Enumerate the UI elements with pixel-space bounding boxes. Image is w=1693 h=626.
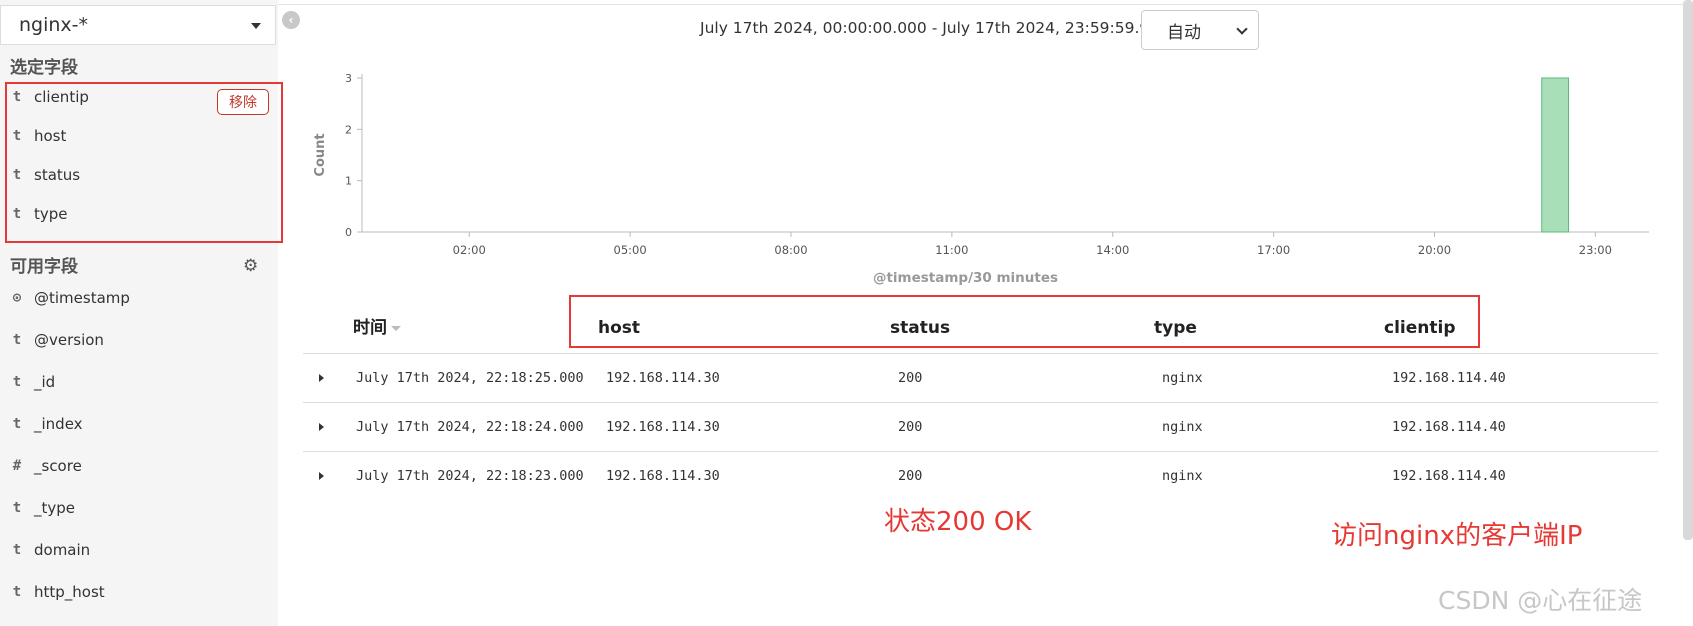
collapse-sidebar-icon[interactable]: ‹ bbox=[282, 11, 300, 29]
field-name: _id bbox=[34, 373, 56, 391]
x-tick-label: 02:00 bbox=[453, 243, 486, 257]
columns-highlight bbox=[569, 295, 1480, 348]
field-name: http_host bbox=[34, 583, 105, 601]
histogram-bar bbox=[1541, 77, 1570, 233]
available-field-domain[interactable]: t domain bbox=[0, 532, 276, 568]
y-tick-label: 3 bbox=[345, 72, 352, 85]
available-field-id[interactable]: t _id bbox=[0, 364, 276, 400]
cell-host: 192.168.114.30 bbox=[606, 419, 720, 435]
string-type-icon: t bbox=[12, 332, 22, 348]
expand-row-icon[interactable] bbox=[319, 374, 324, 382]
selected-fields-highlight bbox=[5, 82, 283, 243]
cell-clientip: 192.168.114.40 bbox=[1392, 370, 1506, 386]
available-field-score[interactable]: # _score bbox=[0, 448, 276, 484]
sort-icon[interactable] bbox=[391, 325, 401, 331]
available-field-index[interactable]: t _index bbox=[0, 406, 276, 442]
field-name: @version bbox=[34, 331, 104, 349]
x-tick-label: 14:00 bbox=[1096, 243, 1129, 257]
interval-select[interactable]: 自动 bbox=[1141, 10, 1259, 50]
cell-time: July 17th 2024, 22:18:24.000 bbox=[356, 419, 584, 435]
table-row[interactable]: July 17th 2024, 22:18:25.000 192.168.114… bbox=[303, 354, 1658, 402]
available-field-timestamp[interactable]: ⊙ @timestamp bbox=[0, 280, 276, 316]
gear-icon[interactable]: ⚙ bbox=[243, 256, 258, 276]
cell-time: July 17th 2024, 22:18:25.000 bbox=[356, 370, 584, 386]
x-axis-label: @timestamp/30 minutes bbox=[873, 270, 1058, 286]
x-tick-label: 08:00 bbox=[774, 243, 807, 257]
vertical-scrollbar[interactable] bbox=[1683, 0, 1693, 540]
cell-type: nginx bbox=[1162, 468, 1203, 484]
status-annotation: 状态200 OK bbox=[884, 507, 1032, 537]
caret-down-icon bbox=[251, 23, 261, 29]
table-row[interactable]: July 17th 2024, 22:18:24.000 192.168.114… bbox=[303, 403, 1658, 451]
expand-row-icon[interactable] bbox=[319, 423, 324, 431]
x-tick-label: 23:00 bbox=[1579, 243, 1612, 257]
x-tick-label: 20:00 bbox=[1418, 243, 1451, 257]
y-tick-label: 2 bbox=[345, 123, 352, 136]
chevron-down-icon bbox=[1236, 23, 1248, 35]
top-divider bbox=[278, 4, 1693, 5]
x-tick-label: 05:00 bbox=[614, 243, 647, 257]
available-field-http-host[interactable]: t http_host bbox=[0, 574, 276, 610]
field-name: _score bbox=[34, 457, 82, 475]
cell-status: 200 bbox=[898, 419, 923, 435]
y-axis-label: Count bbox=[313, 133, 328, 176]
cell-clientip: 192.168.114.40 bbox=[1392, 419, 1506, 435]
cell-status: 200 bbox=[898, 370, 923, 386]
available-field-type[interactable]: t _type bbox=[0, 490, 276, 526]
cell-host: 192.168.114.30 bbox=[606, 370, 720, 386]
index-pattern-select[interactable]: nginx-* bbox=[0, 5, 276, 45]
x-tick-label: 11:00 bbox=[935, 243, 968, 257]
x-tick-label: 17:00 bbox=[1257, 243, 1290, 257]
available-field-version[interactable]: t @version bbox=[0, 322, 276, 358]
field-name: _index bbox=[34, 415, 83, 433]
clock-type-icon: ⊙ bbox=[12, 290, 22, 306]
table-row[interactable]: July 17th 2024, 22:18:23.000 192.168.114… bbox=[303, 452, 1658, 500]
y-tick-label: 1 bbox=[345, 175, 352, 188]
selected-fields-title: 选定字段 bbox=[10, 58, 78, 78]
string-type-icon: t bbox=[12, 416, 22, 432]
column-header-label: 时间 bbox=[353, 318, 387, 338]
column-header-time[interactable]: 时间 bbox=[353, 308, 401, 348]
number-type-icon: # bbox=[12, 458, 22, 474]
field-name: @timestamp bbox=[34, 289, 130, 307]
clientip-annotation: 访问nginx的客户端IP bbox=[1331, 521, 1583, 551]
cell-type: nginx bbox=[1162, 419, 1203, 435]
field-name: _type bbox=[34, 499, 76, 517]
field-name: domain bbox=[34, 541, 91, 559]
string-type-icon: t bbox=[12, 542, 22, 558]
cell-time: July 17th 2024, 22:18:23.000 bbox=[356, 468, 584, 484]
string-type-icon: t bbox=[12, 374, 22, 390]
watermark: CSDN @心在征途 bbox=[1438, 586, 1643, 615]
available-fields-title: 可用字段 bbox=[10, 257, 78, 277]
y-tick-label: 0 bbox=[345, 226, 352, 239]
cell-status: 200 bbox=[898, 468, 923, 484]
histogram-chart: 0 1 2 3 02:00 05:00 08:00 11:00 14:00 17:00 20:00 2… bbox=[313, 72, 1649, 286]
interval-value: 自动 bbox=[1167, 22, 1201, 43]
string-type-icon: t bbox=[12, 584, 22, 600]
cell-clientip: 192.168.114.40 bbox=[1392, 468, 1506, 484]
time-range-label[interactable]: July 17th 2024, 00:00:00.000 - July 17th… bbox=[700, 16, 1189, 40]
expand-row-icon[interactable] bbox=[319, 472, 324, 480]
index-pattern-label: nginx-* bbox=[19, 14, 89, 36]
string-type-icon: t bbox=[12, 500, 22, 516]
cell-host: 192.168.114.30 bbox=[606, 468, 720, 484]
cell-type: nginx bbox=[1162, 370, 1203, 386]
